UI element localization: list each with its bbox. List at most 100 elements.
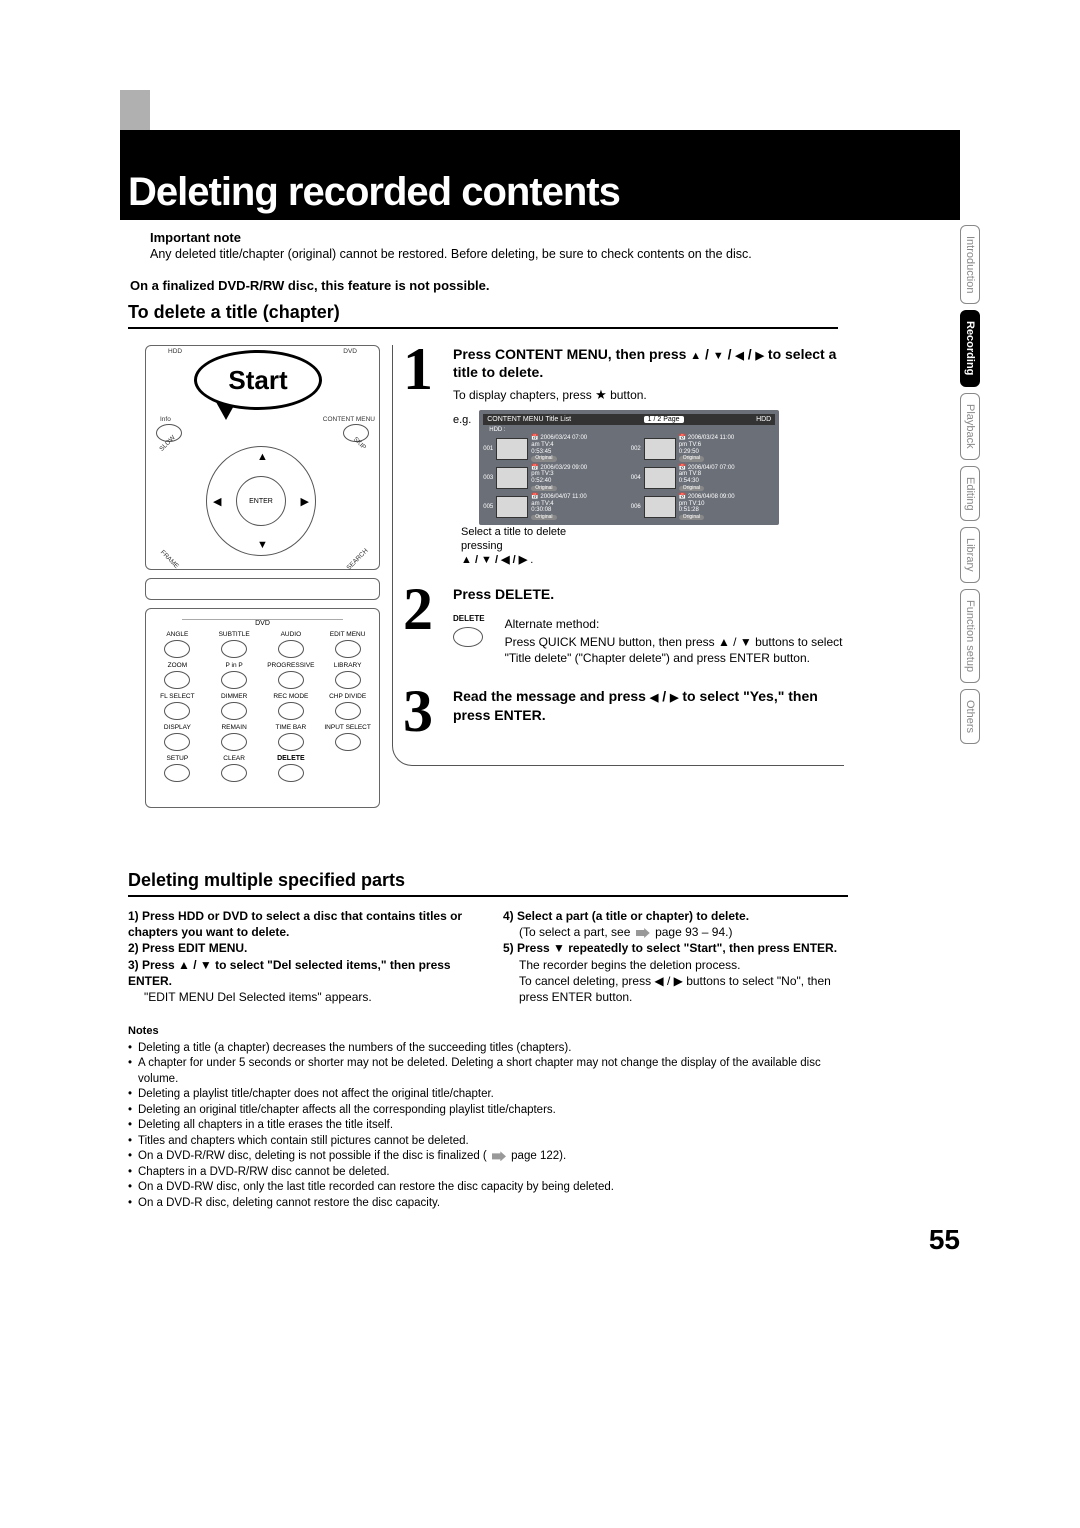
multi-r4: The recorder begins the deletion process… <box>503 957 858 973</box>
step-3: 3 Read the message and press ◀ / ▶ to se… <box>403 687 844 735</box>
remote-grid-button[interactable] <box>335 671 361 689</box>
remote-grid-cell: LIBRARY <box>322 662 373 689</box>
enter-button[interactable]: ENTER <box>236 476 286 526</box>
multi-r1: 4) Select a part (a title or chapter) to… <box>503 909 749 923</box>
remote-grid-button[interactable] <box>335 733 361 751</box>
note-item: Deleting an original title/chapter affec… <box>128 1103 858 1119</box>
remote-grid-label: DELETE <box>277 755 305 763</box>
title-list-screenshot: CONTENT MENU Title List 1 / 2 Page HDD H… <box>479 410 779 524</box>
subheading-delete-title: To delete a title (chapter) <box>128 302 838 329</box>
step-2-heading: Press DELETE. <box>453 585 844 603</box>
note-item: Titles and chapters which contain still … <box>128 1134 858 1150</box>
tab-library[interactable]: Library <box>960 527 980 583</box>
notes-heading: Notes <box>128 1024 858 1039</box>
notes-block: Notes Deleting a title (a chapter) decre… <box>128 1024 858 1212</box>
remote-grid-button[interactable] <box>164 671 190 689</box>
multi-r5: To cancel deleting, press ◀ / ▶ buttons … <box>503 973 858 1005</box>
remote-grid-button[interactable] <box>164 764 190 782</box>
delete-button-icon[interactable] <box>453 627 483 647</box>
remote-grid-button[interactable] <box>221 733 247 751</box>
tab-playback[interactable]: Playback <box>960 393 980 460</box>
remote-grid-button[interactable] <box>164 733 190 751</box>
remote-grid-label: TIME BAR <box>276 724 307 732</box>
step-1: 1 Press CONTENT MENU, then press ▲ / ▼ /… <box>403 345 844 567</box>
tl-header-left: CONTENT MENU Title List <box>487 416 571 423</box>
remote-grid-label: CHP DIVIDE <box>329 693 366 701</box>
remote-bottom-box: DVD ANGLESUBTITLEAUDIOEDIT MENUZOOMP in … <box>145 608 380 808</box>
remote-grid-button[interactable] <box>278 733 304 751</box>
tab-introduction[interactable]: Introduction <box>960 225 980 304</box>
lbl-info: Info <box>160 416 171 423</box>
dpad-up-icon[interactable]: ▲ <box>257 451 268 463</box>
remote-panel: HDD DVD Start Info CONTENT MENU ▲ ▼ ◀ ▶ … <box>145 345 380 816</box>
remote-grid-button[interactable] <box>278 764 304 782</box>
remote-grid-cell: REMAIN <box>209 724 260 751</box>
remote-grid-label: PROGRESSIVE <box>267 662 314 670</box>
multi-l3: 3) Press ▲ / ▼ to select "Del selected i… <box>128 958 451 988</box>
remote-grid-label: ZOOM <box>168 662 188 670</box>
remote-grid-cell: DISPLAY <box>152 724 203 751</box>
multi-r3: 5) Press ▼ repeatedly to select "Start",… <box>503 941 837 955</box>
remote-grid-button[interactable] <box>335 702 361 720</box>
remote-grid-cell: SUBTITLE <box>209 631 260 658</box>
tl-header-mid: 1 / 2 Page <box>644 416 684 423</box>
remote-grid-button[interactable] <box>278 671 304 689</box>
remote-grid-cell: DELETE <box>266 755 317 782</box>
decorative-tab <box>120 90 150 130</box>
remote-grid-button[interactable] <box>221 764 247 782</box>
title-list-cell: 003📅 2006/03/29 09:00pm TV:30:52:40Origi… <box>483 465 628 491</box>
remote-grid-button[interactable] <box>221 640 247 658</box>
remote-grid-cell: P in P <box>209 662 260 689</box>
important-note-heading: Important note <box>150 230 945 245</box>
remote-grid-cell <box>322 755 373 782</box>
remote-grid-button[interactable] <box>164 640 190 658</box>
remote-grid-cell: ZOOM <box>152 662 203 689</box>
remote-grid-button[interactable] <box>335 640 361 658</box>
step-3-number: 3 <box>403 687 443 735</box>
title-list-cell: 005📅 2006/04/07 11:00am TV:40:30:08Origi… <box>483 494 628 520</box>
dpad-left-icon[interactable]: ◀ <box>213 495 221 508</box>
lbl-hdd: HDD <box>168 348 182 355</box>
remote-grid-cell: AUDIO <box>266 631 317 658</box>
tab-recording[interactable]: Recording <box>960 310 980 386</box>
remote-grid-cell: EDIT MENU <box>322 631 373 658</box>
tl-header-right: HDD <box>756 416 771 423</box>
remote-grid-label: FL SELECT <box>160 693 194 701</box>
dpad[interactable]: ▲ ▼ ◀ ▶ ENTER <box>206 446 316 556</box>
note-item: On a DVD-R/RW disc, deleting is not poss… <box>128 1149 858 1165</box>
dpad-right-icon[interactable]: ▶ <box>301 495 309 508</box>
remote-grid-label: CLEAR <box>223 755 245 763</box>
side-tabs: Introduction Recording Playback Editing … <box>960 225 1020 750</box>
tab-editing[interactable]: Editing <box>960 466 980 522</box>
remote-grid-cell: INPUT SELECT <box>322 724 373 751</box>
alt-method-heading: Alternate method: <box>505 617 844 633</box>
multi-l2: 2) Press EDIT MENU. <box>128 941 247 955</box>
remote-grid-button[interactable] <box>278 702 304 720</box>
note-item: Deleting a playlist title/chapter does n… <box>128 1087 858 1103</box>
remote-grid-button[interactable] <box>221 671 247 689</box>
remote-grid-button[interactable] <box>221 702 247 720</box>
step-1-line1: To display chapters, press ★ button. <box>453 387 844 404</box>
lbl-content-menu: CONTENT MENU <box>323 416 375 423</box>
remote-grid-cell: ANGLE <box>152 631 203 658</box>
important-note-block: Important note Any deleted title/chapter… <box>150 230 945 261</box>
dpad-down-icon[interactable]: ▼ <box>257 539 268 551</box>
remote-mid-box <box>145 578 380 600</box>
tab-others[interactable]: Others <box>960 689 980 744</box>
note-item: On a DVD-RW disc, only the last title re… <box>128 1180 858 1196</box>
step-1-sidenote: Select a title to delete pressing▲ / ▼ /… <box>461 525 571 568</box>
title-list-cell: 004📅 2006/04/07 07:00am TV:80:54:30Origi… <box>631 465 776 491</box>
remote-grid-button[interactable] <box>278 640 304 658</box>
remote-grid-cell: CLEAR <box>209 755 260 782</box>
tab-function-setup[interactable]: Function setup <box>960 589 980 683</box>
remote-grid-button[interactable] <box>164 702 190 720</box>
remote-grid-label: DISPLAY <box>164 724 191 732</box>
multi-left-col: 1) Press HDD or DVD to select a disc tha… <box>128 908 483 1005</box>
remote-grid-cell: SETUP <box>152 755 203 782</box>
subheading-multi: Deleting multiple specified parts <box>128 870 848 897</box>
remote-grid-label: DIMMER <box>221 693 247 701</box>
important-note-body: Any deleted title/chapter (original) can… <box>150 247 945 261</box>
remote-grid-label: P in P <box>226 662 243 670</box>
lbl-search: SEARCH <box>345 547 369 571</box>
finalized-note: On a finalized DVD-R/RW disc, this featu… <box>130 278 489 293</box>
